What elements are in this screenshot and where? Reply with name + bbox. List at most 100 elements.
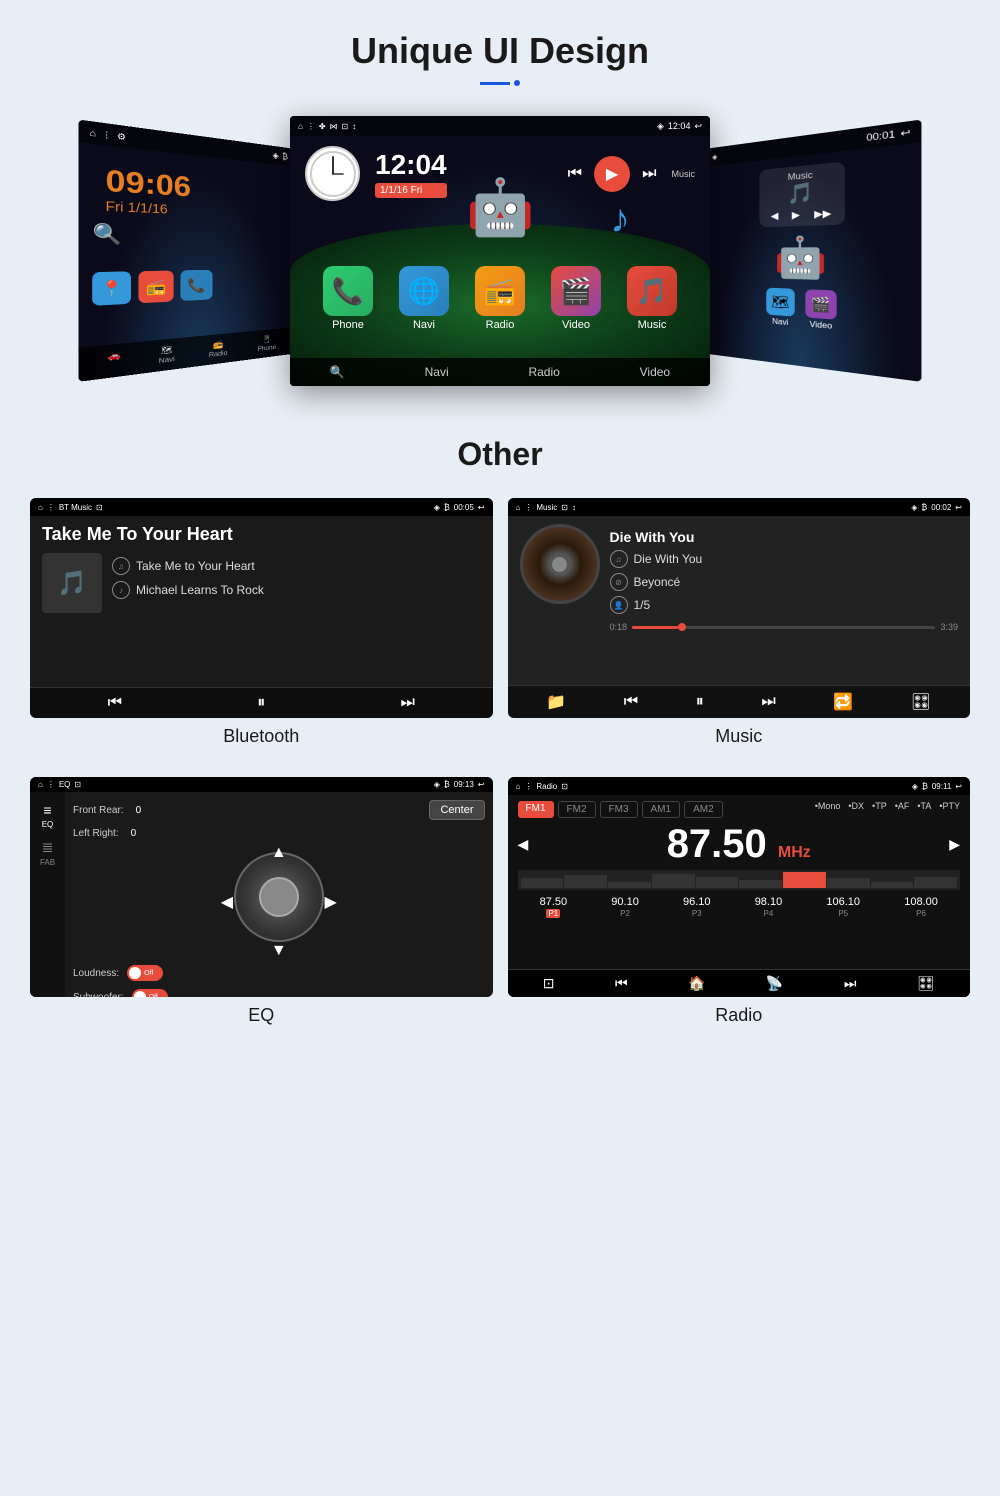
- front-rear-row: Front Rear: 0 Center: [73, 800, 485, 820]
- eq-tab-fab[interactable]: ≣ FAB: [33, 838, 63, 868]
- m-repeat-btn[interactable]: 🔁: [833, 692, 853, 712]
- m-prev-btn[interactable]: ⏮: [624, 693, 638, 711]
- freq-unit: MHz: [778, 844, 811, 861]
- music2-content: Die With You ♫ Die With You ⊘ Beyoncé 👤 …: [508, 516, 971, 685]
- radio-eq-btn[interactable]: 🎛: [917, 975, 935, 992]
- c-video-bottom[interactable]: Video: [640, 365, 670, 379]
- radio-prev-btn[interactable]: ⏮: [615, 975, 628, 992]
- bt-status-right: ◈ ₿ 00:05 ↩: [434, 503, 485, 512]
- preset-5[interactable]: 106.10 P5: [826, 896, 860, 918]
- freq-display-row: ◀ 87.50 MHz ▶: [518, 824, 961, 864]
- digital-time: 12:04: [375, 149, 447, 181]
- radio-status-right: ◈ ₿ 09:11 ↩: [912, 782, 962, 791]
- freq-right-arrow[interactable]: ▶: [949, 836, 960, 853]
- magnify-icon[interactable]: 🔍: [330, 365, 345, 379]
- music-status-left: ⌂ ⋮ Music ⊡ ↕: [516, 503, 576, 512]
- navi-bottom-item[interactable]: 🗺 Navi: [159, 345, 175, 366]
- section1-title: Unique UI Design: [0, 30, 1000, 72]
- preset-2[interactable]: 90.10 P2: [611, 896, 639, 918]
- navi-icon[interactable]: 📍: [92, 271, 131, 306]
- bt-gps-icon: ◈: [434, 503, 440, 512]
- loudness-toggle[interactable]: Off: [127, 965, 163, 981]
- r-video-item[interactable]: 🎬 Video: [805, 289, 836, 331]
- eq-menu-icon: ⋮: [47, 780, 55, 789]
- music-note-icon: 🎵: [787, 182, 814, 206]
- progress-container: 0:18 3:39: [610, 622, 959, 632]
- eq-tab-eq[interactable]: ≡ EQ: [33, 800, 63, 830]
- music-widget-label: Music: [764, 167, 839, 184]
- r-navi-item[interactable]: 🗺 Navi: [766, 288, 794, 328]
- video-nav-item[interactable]: 🎬 Video: [551, 266, 601, 331]
- r-prev[interactable]: ◀: [771, 211, 779, 222]
- radio-antenna-btn[interactable]: 📡: [766, 975, 783, 992]
- clock-svg: [308, 149, 358, 199]
- screenshot-grid: ⌂ ⋮ BT Music ⊡ ◈ ₿ 00:05 ↩ Take Me To Yo…: [0, 488, 1000, 1061]
- m-next-btn[interactable]: ⏭: [761, 693, 775, 711]
- radio-tab-fm2[interactable]: FM2: [558, 801, 596, 818]
- eq-wheel[interactable]: [234, 852, 324, 942]
- radio-screen-widget: ⌂ ⋮ Radio ⊡ ◈ ₿ 09:11 ↩ FM1 FM: [508, 777, 971, 997]
- c-navi-bottom[interactable]: Navi: [425, 365, 449, 379]
- center-btn[interactable]: Center: [429, 800, 484, 820]
- phone-nav-item[interactable]: 📞 Phone: [323, 266, 373, 331]
- subwoofer-toggle[interactable]: Off: [132, 989, 168, 997]
- play-btn[interactable]: ▶: [594, 156, 630, 192]
- radio-label: Radio: [209, 350, 228, 359]
- left-screen: ⌂ ⋮ ⚙ ◈ ₿ 09:06 Fri 1/1/16 🔍 📍 📻 📞: [79, 120, 295, 382]
- radio-tab-fm3[interactable]: FM3: [600, 801, 638, 818]
- up-arrow-icon[interactable]: ▲: [271, 844, 287, 862]
- radio-tab-am1[interactable]: AM1: [642, 801, 681, 818]
- r-next[interactable]: ▶▶: [814, 208, 831, 220]
- c-radio-bottom[interactable]: Radio: [528, 365, 559, 379]
- phone-bottom-item[interactable]: 📱 Phone: [258, 334, 276, 353]
- bt-prev-btn[interactable]: ⏮: [108, 694, 122, 712]
- radio-extra-btn[interactable]: ⊡: [543, 975, 555, 992]
- radio-options: •Mono •DX •TP •AF •TA •PTY: [815, 801, 960, 812]
- radio-tab-fm1[interactable]: FM1: [518, 801, 554, 818]
- left-status-icons: ⌂ ⋮ ⚙: [90, 127, 127, 141]
- radio-icon[interactable]: 📻: [138, 271, 173, 304]
- car-icon-item[interactable]: 🚗: [108, 350, 121, 371]
- section1-underline: [0, 80, 1000, 86]
- preset-6[interactable]: 108.00 P6: [904, 896, 938, 918]
- m-pause-btn[interactable]: ⏸: [696, 693, 704, 711]
- r-play[interactable]: ▶: [792, 210, 800, 221]
- bt-album-art: 🎵: [42, 553, 102, 613]
- preset-1[interactable]: 87.50 P1: [540, 896, 568, 918]
- subwoofer-toggle-text: Off: [149, 994, 158, 998]
- music-nav-item[interactable]: 🎵 Music: [627, 266, 677, 331]
- bt-pause-btn[interactable]: ⏸: [257, 694, 265, 712]
- left-arrow-icon[interactable]: ◀: [221, 892, 233, 912]
- preset-3[interactable]: 96.10 P3: [683, 896, 711, 918]
- c-loc-icon: ◈: [657, 121, 664, 132]
- m-tracknum-item: 👤 1/5: [610, 596, 959, 614]
- right-arrow-icon[interactable]: ▶: [324, 892, 336, 912]
- radio-status-bar: ⌂ ⋮ Radio ⊡ ◈ ₿ 09:11 ↩: [508, 777, 971, 795]
- down-arrow-icon[interactable]: ▼: [271, 942, 287, 960]
- radio-bottom-item[interactable]: 📻 Radio: [209, 339, 228, 359]
- navi-nav-item[interactable]: 🌐 Navi: [399, 266, 449, 331]
- radio-next-btn[interactable]: ⏭: [844, 975, 857, 992]
- eq-container: ⌂ ⋮ EQ ⊡ ◈ ₿ 09:13 ↩ ≡: [30, 777, 493, 1041]
- preset-4[interactable]: 98.10 P4: [755, 896, 783, 918]
- prev-btn[interactable]: ⏮: [568, 165, 582, 183]
- radio-container: ⌂ ⋮ Radio ⊡ ◈ ₿ 09:11 ↩ FM1 FM: [508, 777, 971, 1041]
- freq-left-arrow[interactable]: ◀: [518, 836, 529, 853]
- radio-nav-item[interactable]: 📻 Radio: [475, 266, 525, 331]
- phone-icon[interactable]: 📞: [180, 270, 212, 301]
- radio-tabs: FM1 FM2 FM3 AM1 AM2 •Mono •DX •TP •AF •T…: [518, 801, 961, 818]
- center-status-right: ◈ 12:04 ↩: [657, 121, 702, 132]
- bt-track-name-item: ♫ Take Me to Your Heart: [112, 557, 264, 575]
- artist-icon: ♪: [112, 581, 130, 599]
- m-folder-btn[interactable]: 📁: [546, 692, 566, 712]
- progress-bar[interactable]: [632, 626, 935, 629]
- m-title: Music: [536, 503, 557, 512]
- music2-controls: 📁 ⏮ ⏸ ⏭ 🔁 🎛: [508, 685, 971, 718]
- radio-home-btn[interactable]: 🏠: [688, 975, 705, 992]
- music-nav-box: 🎵: [627, 266, 677, 316]
- preset-4-freq: 98.10: [755, 896, 783, 908]
- radio-tab-am2[interactable]: AM2: [684, 801, 723, 818]
- next-btn[interactable]: ⏭: [642, 165, 656, 183]
- m-eq-btn[interactable]: 🎛: [911, 692, 931, 712]
- bt-next-btn[interactable]: ⏭: [400, 694, 414, 712]
